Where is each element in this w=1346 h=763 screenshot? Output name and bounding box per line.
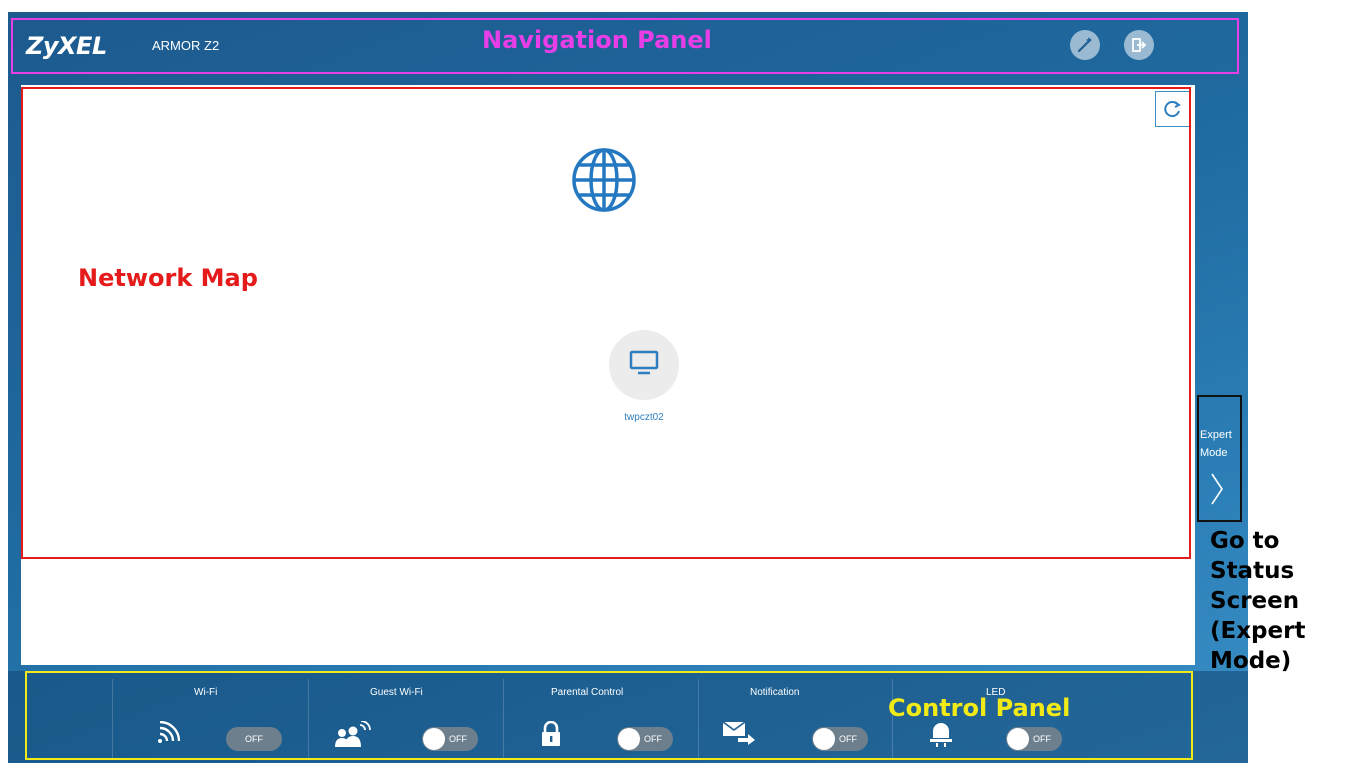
monitor-icon — [629, 350, 659, 381]
app-window: ZyXEL ARMOR Z2 twpczt02 Expert Mode Wi-F… — [8, 12, 1248, 763]
control-parental: Parental Control OFF — [503, 671, 698, 763]
magic-wand-icon[interactable] — [1070, 30, 1100, 60]
globe-icon[interactable] — [569, 145, 639, 215]
network-map-annotation: Network Map — [78, 264, 258, 292]
lock-icon — [541, 720, 561, 752]
notification-label: Notification — [750, 687, 800, 698]
led-lamp-icon — [928, 721, 954, 752]
control-panel-annotation: Control Panel — [888, 694, 1071, 722]
chevron-right-icon — [1210, 472, 1224, 511]
expert-mode-annotation: Go to Status Screen (Expert Mode) — [1210, 528, 1306, 674]
parental-control-toggle[interactable]: OFF — [617, 727, 673, 751]
guest-wifi-label: Guest Wi-Fi — [370, 687, 423, 698]
expert-mode-label: Expert Mode — [1200, 429, 1232, 459]
wifi-icon — [156, 720, 181, 750]
guest-wifi-icon — [334, 720, 372, 752]
refresh-icon[interactable] — [1155, 91, 1191, 127]
wifi-label: Wi-Fi — [194, 687, 218, 698]
notification-toggle[interactable]: OFF — [812, 727, 868, 751]
led-toggle[interactable]: OFF — [1006, 727, 1062, 751]
parental-control-label: Parental Control — [551, 687, 624, 698]
navigation-panel-annotation: Navigation Panel — [482, 26, 712, 54]
model-name: ARMOR Z2 — [152, 38, 220, 53]
network-map-panel: twpczt02 — [21, 85, 1195, 665]
control-notification: Notification OFF — [698, 671, 892, 763]
control-wifi: Wi-Fi OFF — [112, 671, 308, 763]
expert-mode-button[interactable]: Expert Mode — [1198, 408, 1248, 528]
brand-logo: ZyXEL — [26, 32, 107, 60]
device-name[interactable]: twpczt02 — [604, 412, 684, 423]
mail-forward-icon — [722, 721, 756, 750]
logout-icon[interactable] — [1124, 30, 1154, 60]
device-node[interactable] — [609, 330, 679, 400]
guest-wifi-toggle[interactable]: OFF — [422, 727, 478, 751]
wifi-toggle[interactable]: OFF — [226, 727, 282, 751]
control-guest-wifi: Guest Wi-Fi OFF — [308, 671, 503, 763]
